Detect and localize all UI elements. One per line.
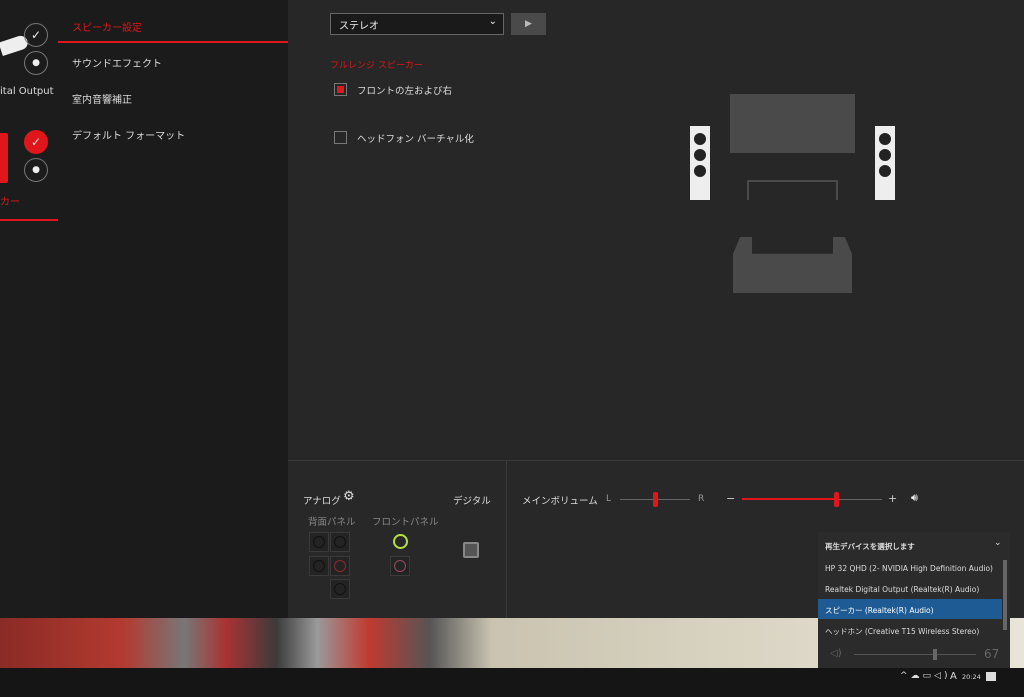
settings-nav: スピーカー設定 サウンドエフェクト 室内音響補正 デフォルト フォーマット — [58, 0, 288, 618]
gear-icon[interactable]: ⚙ — [343, 489, 355, 504]
flyout-title: 再生デバイスを選択します — [825, 542, 915, 551]
device-option-selected[interactable]: スピーカー (Realtek(R) Audio) — [818, 599, 1002, 619]
device-option[interactable]: HP 32 QHD (2- NVIDIA High Definition Aud… — [818, 558, 1002, 578]
balance-right-label: R — [698, 494, 705, 504]
speaker-volume-icon[interactable]: 🔊︎ — [911, 491, 918, 505]
clock[interactable]: 20:24 — [962, 673, 981, 681]
main-volume-label: メインボリューム — [522, 496, 598, 507]
main-volume-fill — [742, 498, 836, 500]
flyout-volume-value: 67 — [984, 647, 1000, 661]
main-volume-slider[interactable] — [742, 492, 882, 507]
volume-plus-button[interactable]: + — [888, 492, 897, 505]
tray-icons[interactable]: ^☁▭◁) — [900, 671, 950, 681]
balance-left-label: L — [606, 494, 612, 504]
digital-optical-port-icon[interactable] — [463, 542, 479, 558]
tv-screen-icon — [730, 94, 855, 153]
rear-jack[interactable] — [309, 556, 329, 576]
front-right-speaker-icon[interactable] — [875, 126, 895, 200]
volume-minus-button[interactable]: − — [726, 492, 735, 505]
headphone-virtualization-checkbox[interactable] — [334, 131, 347, 144]
notification-icon[interactable] — [986, 672, 996, 681]
rear-panel-label: 背面パネル — [308, 517, 356, 528]
section-title: フルレンジ スピーカー — [330, 61, 423, 71]
flyout-volume-thumb[interactable] — [933, 649, 937, 660]
digital-label: デジタル — [453, 496, 491, 507]
front-left-speaker-icon[interactable] — [690, 126, 710, 200]
balance-slider-thumb[interactable] — [653, 492, 658, 507]
front-panel-label: フロントパネル — [372, 517, 439, 528]
microphone-icon[interactable]: ● — [24, 51, 48, 75]
nav-active-underline — [58, 41, 288, 43]
rear-jack[interactable] — [330, 532, 350, 552]
front-lr-label: フロントの左および右 — [357, 86, 453, 97]
speaker-device-label: カー — [0, 197, 20, 208]
front-lr-checkbox[interactable] — [334, 83, 347, 96]
speaker-device-icon[interactable] — [0, 133, 8, 183]
nav-speaker-settings[interactable]: スピーカー設定 — [72, 19, 142, 34]
front-mic-jack[interactable] — [390, 556, 410, 576]
rear-jack[interactable] — [309, 532, 329, 552]
listener-table-icon — [747, 180, 838, 200]
main-volume-thumb[interactable] — [833, 492, 839, 507]
front-headphone-jack[interactable] — [393, 534, 408, 549]
chevron-down-icon: ⌄ — [488, 16, 497, 27]
balance-slider[interactable] — [620, 492, 690, 507]
nav-room-correction[interactable]: 室内音響補正 — [72, 91, 132, 106]
rear-jack[interactable] — [330, 579, 350, 599]
active-device-underline — [0, 219, 58, 221]
analog-label: アナログ — [303, 496, 341, 507]
flyout-scrollbar[interactable] — [1003, 560, 1007, 630]
bottom-divider — [506, 461, 507, 619]
collapse-chevron-icon[interactable]: ⌄ — [994, 538, 1002, 548]
nav-default-format[interactable]: デフォルト フォーマット — [72, 127, 185, 142]
play-test-button[interactable]: ▶ — [511, 13, 546, 35]
taskbar: ^☁▭◁) A 20:24 — [0, 668, 1024, 697]
headphone-virtualization-label: ヘッドフォン バーチャル化 — [357, 134, 474, 145]
speaker-config-value: ステレオ — [339, 21, 379, 32]
digital-output-label: ital Output — [0, 86, 54, 97]
microphone-icon[interactable]: ● — [24, 158, 48, 182]
speaker-config-select[interactable]: ステレオ ⌄ — [330, 13, 504, 35]
device-option[interactable]: Realtek Digital Output (Realtek(R) Audio… — [818, 579, 1002, 599]
default-device-check-icon[interactable]: ✓ — [24, 130, 48, 154]
default-device-check-icon[interactable]: ✓ — [24, 23, 48, 47]
rear-jack-speaker[interactable] — [330, 556, 350, 576]
ime-indicator[interactable]: A — [950, 671, 957, 682]
speaker-mute-icon[interactable]: ◁) — [830, 648, 842, 659]
device-panel: ✓ ● ital Output ✓ ● カー — [0, 0, 58, 618]
nav-sound-effects[interactable]: サウンドエフェクト — [72, 55, 162, 70]
device-option[interactable]: ヘッドホン (Creative T15 Wireless Stereo) — [818, 620, 1002, 640]
flyout-volume-slider[interactable] — [854, 649, 976, 660]
playback-device-flyout: 再生デバイスを選択します ⌄ HP 32 QHD (2- NVIDIA High… — [818, 532, 1010, 668]
